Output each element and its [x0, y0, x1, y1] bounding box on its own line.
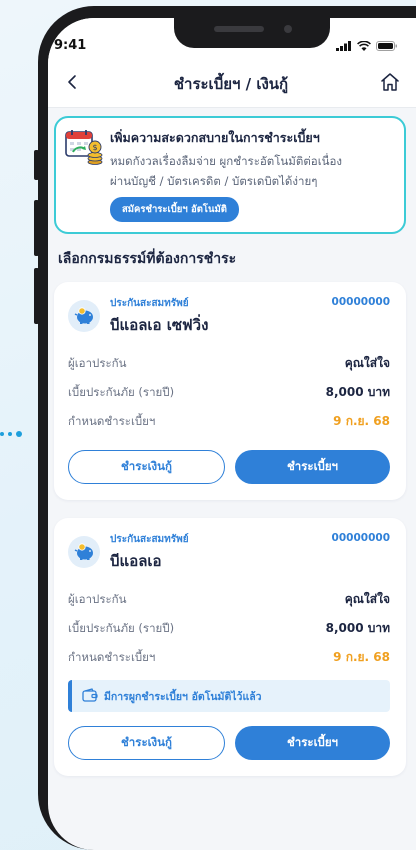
- policy-row-insured: ผู้เอาประกัน คุณใส่ใจ: [68, 585, 390, 614]
- policy-card-header: ประกันสะสมทรัพย์ บีแอลเอ 00000000: [68, 532, 390, 573]
- chevron-left-icon: [66, 74, 78, 94]
- section-title: เลือกกรมธรรม์ที่ต้องการชำระ: [58, 251, 237, 267]
- row-value: 8,000 บาท: [325, 621, 390, 635]
- decorative-dots: [0, 431, 36, 437]
- policy-name: บีแอลเอ: [110, 552, 162, 570]
- row-value: คุณใส่ใจ: [344, 592, 390, 606]
- back-button[interactable]: [58, 70, 86, 98]
- piggy-bank-icon: [68, 300, 100, 332]
- policy-row-insured: ผู้เอาประกัน คุณใส่ใจ: [68, 349, 390, 378]
- policy-row-premium: เบี้ยประกันภัย (รายปี) 8,000 บาท: [68, 378, 390, 407]
- policy-category: ประกันสะสมทรัพย์: [110, 298, 189, 309]
- wallet-icon: [82, 687, 98, 705]
- promo-title: เพิ่มความสะดวกสบายในการชำระเบี้ยฯ: [110, 130, 320, 145]
- calendar-coins-icon: $: [64, 128, 104, 222]
- row-label: ผู้เอาประกัน: [68, 591, 127, 606]
- status-bar: 9:41: [48, 18, 416, 60]
- policy-card-header: ประกันสะสมทรัพย์ บีแอลเอ เซฟวิ่ง 0000000…: [68, 296, 390, 337]
- auto-pay-promo: $ เพิ่มความสะดวกสบายในการชำระเบี้ยฯ หมดก…: [54, 116, 406, 234]
- policy-number: 00000000: [331, 296, 390, 308]
- policy-number: 00000000: [331, 532, 390, 544]
- promo-description-line-2: ผ่านบัญชี / บัตรเครดิต / บัตรเดบิตได้ง่า…: [110, 174, 318, 188]
- policy-card: ประกันสะสมทรัพย์ บีแอลเอ เซฟวิ่ง 0000000…: [54, 282, 406, 500]
- status-time: 9:41: [54, 37, 87, 53]
- auto-pay-signup-button[interactable]: สมัครชำระเบี้ยฯ อัตโนมัติ: [110, 197, 239, 222]
- row-value: 8,000 บาท: [325, 385, 390, 399]
- wifi-icon: [357, 36, 371, 55]
- row-value: คุณใส่ใจ: [344, 356, 390, 370]
- policy-card: ประกันสะสมทรัพย์ บีแอลเอ 00000000 ผู้เอา…: [54, 518, 406, 776]
- status-icons: [336, 36, 398, 55]
- row-label: กำหนดชำระเบี้ยฯ: [68, 649, 156, 664]
- pay-premium-button[interactable]: ชำระเบี้ยฯ: [235, 450, 390, 484]
- main-content: $ เพิ่มความสะดวกสบายในการชำระเบี้ยฯ หมดก…: [48, 108, 416, 776]
- battery-icon: [376, 36, 398, 55]
- promo-description-line-1: หมดกังวลเรื่องลืมจ่าย ผูกชำระอัตโนมัติต่…: [110, 154, 343, 168]
- notch: [174, 18, 330, 48]
- policy-category: ประกันสะสมทรัพย์: [110, 534, 189, 545]
- auto-pay-notice-text: มีการผูกชำระเบี้ยฯ อัตโนมัติไว้แล้ว: [104, 690, 262, 703]
- page-title: ชำระเบี้ยฯ / เงินกู้: [173, 74, 289, 93]
- policy-row-due-date: กำหนดชำระเบี้ยฯ 9 ก.ย. 68: [68, 643, 390, 672]
- policy-row-premium: เบี้ยประกันภัย (รายปี) 8,000 บาท: [68, 614, 390, 643]
- signal-icon: [336, 36, 352, 55]
- phone-screen: 9:41 ชำระเบี้ยฯ / เงินกู้ $ เพิ่มความสะด…: [48, 18, 416, 850]
- auto-pay-notice: มีการผูกชำระเบี้ยฯ อัตโนมัติไว้แล้ว: [68, 680, 390, 712]
- pay-loan-button[interactable]: ชำระเงินกู้: [68, 726, 225, 760]
- piggy-bank-icon: [68, 536, 100, 568]
- header-bar: ชำระเบี้ยฯ / เงินกู้: [48, 60, 416, 108]
- svg-text:$: $: [92, 143, 97, 152]
- row-label: เบี้ยประกันภัย (รายปี): [68, 620, 175, 635]
- due-date-value: 9 ก.ย. 68: [333, 650, 390, 664]
- pay-premium-button[interactable]: ชำระเบี้ยฯ: [235, 726, 390, 760]
- pay-loan-button[interactable]: ชำระเงินกู้: [68, 450, 225, 484]
- row-label: เบี้ยประกันภัย (รายปี): [68, 384, 175, 399]
- policy-name: บีแอลเอ เซฟวิ่ง: [110, 316, 209, 334]
- policy-row-due-date: กำหนดชำระเบี้ยฯ 9 ก.ย. 68: [68, 407, 390, 436]
- home-button[interactable]: [376, 70, 404, 98]
- row-label: กำหนดชำระเบี้ยฯ: [68, 413, 156, 428]
- home-icon: [379, 71, 401, 97]
- row-label: ผู้เอาประกัน: [68, 355, 127, 370]
- due-date-value: 9 ก.ย. 68: [333, 414, 390, 428]
